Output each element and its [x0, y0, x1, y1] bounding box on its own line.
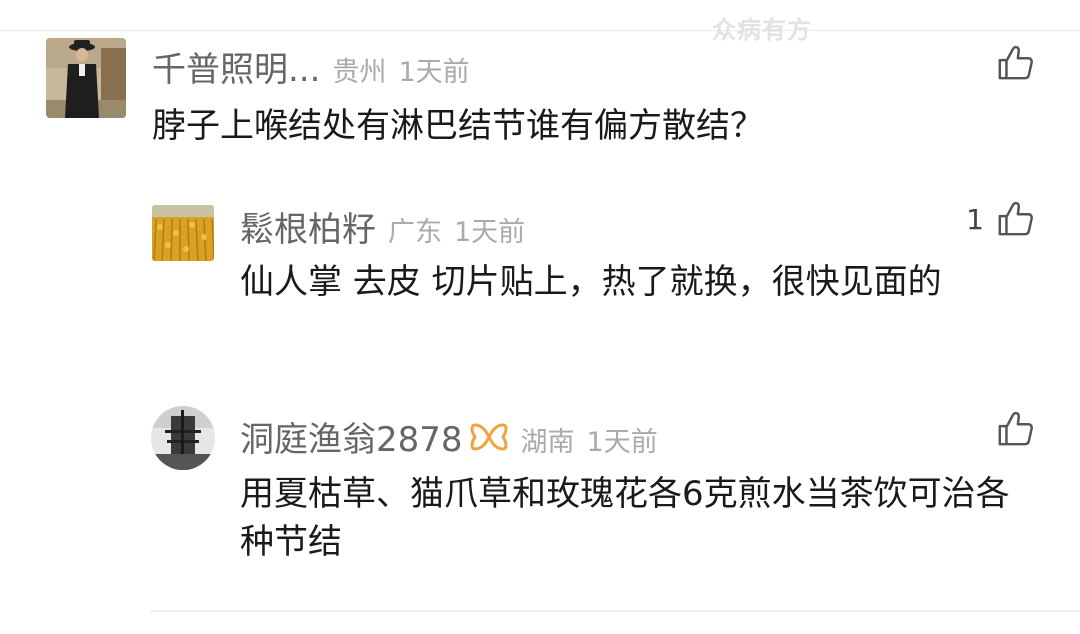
username[interactable]: 洞庭渔翁2878 — [240, 412, 463, 461]
thumbs-up-icon — [998, 45, 1033, 80]
timestamp: 1天前 — [398, 57, 470, 88]
bottom-divider — [150, 610, 1080, 612]
region-label: 贵州 — [332, 57, 387, 88]
avatar[interactable] — [151, 406, 215, 470]
like-button[interactable] — [996, 410, 1034, 448]
timestamp: 1天前 — [454, 217, 526, 248]
comment-meta: 洞庭渔翁2878 湖南 1天前 — [240, 412, 658, 461]
comment-text: 脖子上喉结处有淋巴结节谁有偏方散结？ — [152, 106, 764, 146]
region-label: 广东 — [388, 217, 442, 248]
avatar[interactable] — [152, 205, 214, 261]
avatar[interactable] — [46, 38, 126, 118]
comment-item: 千普照明... 贵州 1天前 脖子上喉结处有淋巴结节谁有偏方散结？ — [0, 0, 1080, 180]
comment-text: 仙人掌 去皮 切片贴上，热了就换，很快见面的 — [240, 262, 942, 302]
like-button[interactable]: 1 — [966, 200, 1034, 238]
username[interactable]: 千普照明... — [152, 42, 320, 91]
like-button[interactable] — [996, 44, 1034, 82]
comment-meta: 鬆根柏籽 广东 1天前 — [240, 202, 525, 251]
like-count: 1 — [966, 202, 984, 236]
vip-ribbon-icon — [470, 422, 508, 451]
comment-item: 鬆根柏籽 广东 1天前 1 仙人掌 去皮 切片贴上，热了就换，很快见面的 — [0, 190, 1080, 370]
timestamp: 1天前 — [586, 427, 658, 458]
comment-text: 用夏枯草、猫爪草和玫瑰花各6克煎水当茶饮可治各种节结 — [240, 474, 1010, 562]
comment-item: 洞庭渔翁2878 湖南 1天前 用夏枯草、猫爪草和玫瑰花各6克煎水当茶饮可治各种… — [0, 400, 1080, 600]
comment-section: 众病有方 千普照明... 贵州 1天前 脖子上喉结处有淋巴结节谁有偏方散结？ 鬆… — [0, 0, 1080, 634]
username[interactable]: 鬆根柏籽 — [240, 202, 376, 251]
region-label: 湖南 — [520, 427, 575, 458]
comment-meta: 千普照明... 贵州 1天前 — [152, 42, 470, 91]
thumbs-up-icon — [998, 411, 1033, 446]
thumbs-up-icon — [998, 201, 1033, 236]
